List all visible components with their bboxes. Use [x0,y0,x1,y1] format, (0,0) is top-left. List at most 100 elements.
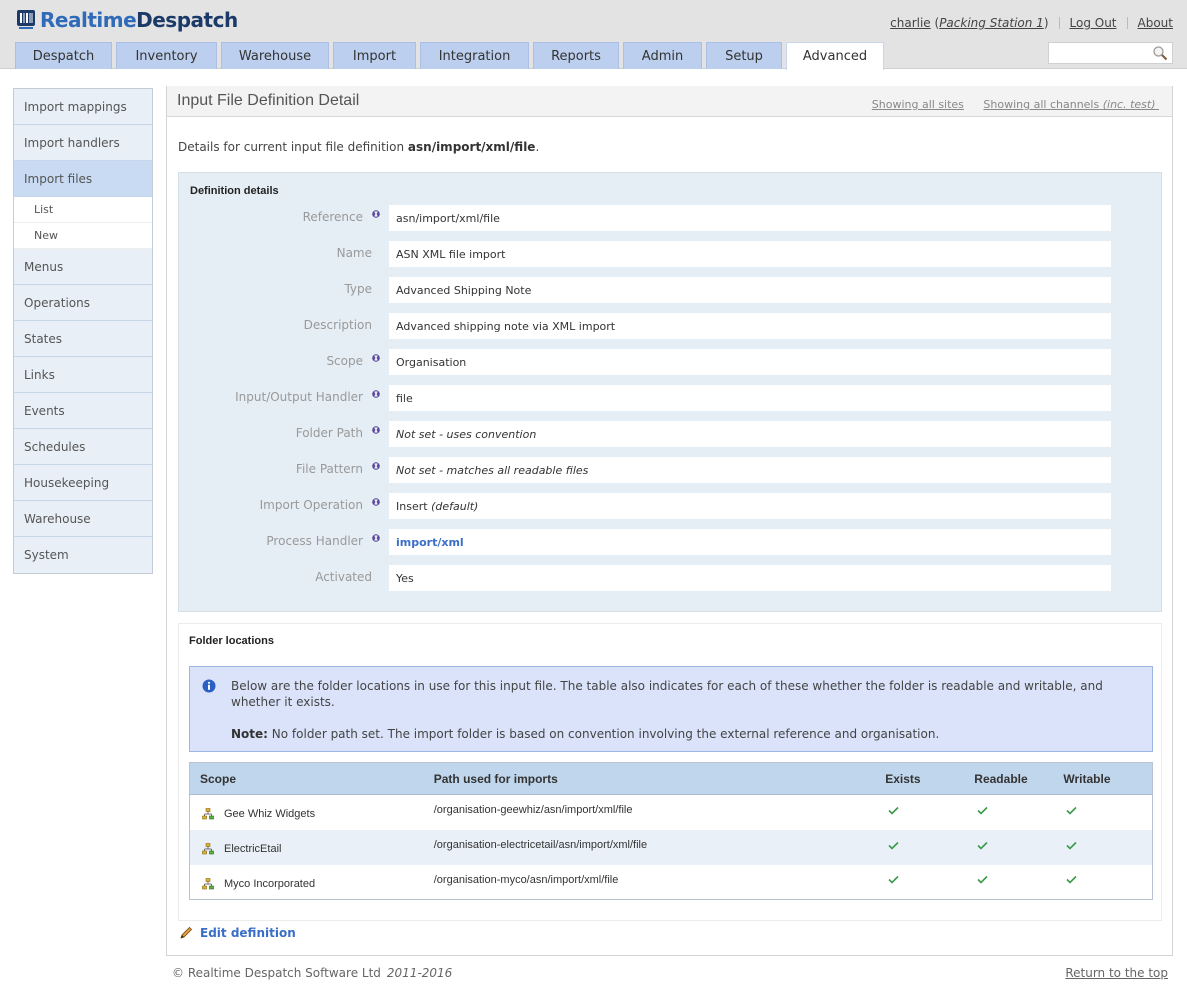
definition-details-panel: Definition details Reference asn/import/x… [178,172,1162,612]
search-icon[interactable] [1152,45,1168,61]
paren-open: ( [930,16,940,30]
field-label-import-operation: Import Operation [259,498,363,512]
copyright-years: 2011-2016 [386,966,453,980]
tab-inventory[interactable]: Inventory [116,42,217,69]
field-row: File Pattern Not set - matches all readab… [179,457,1163,483]
info-icon[interactable] [372,387,380,398]
logo-text-realtime: Realtime [40,8,137,32]
return-to-top-link[interactable]: Return to the top [1065,966,1168,980]
note-paragraph: Below are the folder locations in use fo… [231,679,1103,709]
field-label-description: Description [303,318,372,332]
sidebar-item-operations[interactable]: Operations [14,285,152,321]
app-header: RealtimeDespatch charlie (Packing Statio… [0,0,1187,70]
check-icon [977,841,988,850]
info-icon[interactable] [372,207,380,218]
field-value-text: Insert [396,499,428,513]
field-value-reference: asn/import/xml/file [389,205,1111,231]
scope-cell: Myco Incorporated [190,865,434,900]
exists-cell [885,795,974,830]
sidebar-item-system[interactable]: System [14,537,152,573]
sidebar-item-schedules[interactable]: Schedules [14,429,152,465]
check-icon [888,876,899,884]
sidebar-subitem-new[interactable]: New [14,223,152,249]
exists-cell [885,829,975,865]
field-label-reference: Reference [302,210,363,224]
tab-advanced[interactable]: Advanced [786,42,884,70]
field-value-text: Not set - matches all readable files [396,463,589,477]
search-input[interactable] [1049,43,1149,63]
sites-filter-link[interactable]: Showing all sites [872,98,964,111]
filters: Showing all sites Showing all channels (… [856,98,1159,111]
column-header-exists: Exists [885,762,975,795]
scope-name: ElectricEtail [224,843,282,855]
check-icon [1066,876,1077,884]
info-icon[interactable] [372,351,380,362]
sidebar-item-import-files[interactable]: Import files [14,161,152,197]
sidebar-item-housekeeping[interactable]: Housekeeping [14,465,152,501]
user-link[interactable]: charlie [890,16,931,30]
field-value-description: Advanced shipping note via XML import [389,313,1111,339]
logo[interactable]: RealtimeDespatch [16,7,238,33]
check-icon [977,806,988,815]
sidebar: Import mappings Import handlers Import f… [13,88,153,574]
tab-import[interactable]: Import [333,42,416,69]
organisation-icon [202,877,214,890]
field-value-text: Yes [396,571,414,585]
field-value-text: Not set - uses convention [396,427,537,441]
channels-filter-note: (inc. test) [1102,98,1156,111]
tab-setup[interactable]: Setup [706,42,782,69]
folder-locations-panel: Folder locations Below are the folder lo… [178,623,1162,921]
info-icon[interactable] [372,459,380,470]
path-cell: /organisation-electricetail/asn/import/x… [433,829,886,865]
sidebar-item-warehouse[interactable]: Warehouse [14,501,152,537]
divider [1126,17,1128,29]
channels-filter-label: Showing all channels [983,98,1100,111]
tab-admin[interactable]: Admin [623,42,702,69]
field-label-file-pattern: File Pattern [295,462,363,476]
channels-filter-link[interactable]: Showing all channels (inc. test) [983,98,1159,111]
note-detail-text: No folder path set. The import folder is… [267,727,940,741]
path-cell: /organisation-myco/asn/import/xml/file [434,865,885,900]
page-header: Input File Definition Detail Showing all… [167,86,1172,117]
logout-link[interactable]: Log Out [1070,16,1117,30]
page-title: Input File Definition Detail [177,92,360,109]
field-label-activated: Activated [315,570,372,584]
info-icon[interactable] [372,531,380,542]
column-header-writable: Writable [1063,762,1153,795]
field-value-file-pattern: Not set - matches all readable files [389,457,1111,483]
sidebar-item-links[interactable]: Links [14,357,152,393]
about-link[interactable]: About [1138,16,1173,30]
tab-warehouse[interactable]: Warehouse [221,42,329,69]
field-value-process-handler: import/xml [389,529,1111,555]
edit-definition-link[interactable]: Edit definition [179,926,296,940]
field-label-input-output-handler: Input/Output Handler [235,390,363,404]
tab-despatch[interactable]: Despatch [15,42,112,69]
scope-name: Myco Incorporated [224,877,316,890]
tab-reports[interactable]: Reports [533,42,619,69]
sidebar-item-states[interactable]: States [14,321,152,357]
check-icon [1066,806,1077,815]
sidebar-item-events[interactable]: Events [14,393,152,429]
definition-details-title: Definition details [190,185,279,197]
writable-cell [1063,795,1152,830]
sidebar-subitem-list[interactable]: List [14,197,152,223]
process-handler-link[interactable]: import/xml [396,536,464,549]
logo-text-despatch: Despatch [136,8,238,32]
station-link[interactable]: Packing Station 1 [939,16,1044,30]
field-value-type: Advanced Shipping Note [389,277,1111,303]
field-row: Reference asn/import/xml/file [179,205,1163,231]
search-field[interactable] [1048,42,1173,64]
organisation-icon [202,808,214,820]
sidebar-item-import-handlers[interactable]: Import handlers [14,125,152,161]
info-icon[interactable] [372,495,380,506]
sidebar-item-menus[interactable]: Menus [14,249,152,285]
main-panel: Input File Definition Detail Showing all… [166,86,1173,956]
writable-cell [1063,865,1152,900]
note-label: Note: [231,727,268,741]
tab-integration[interactable]: Integration [420,42,529,69]
intro-reference: asn/import/xml/file [407,140,536,154]
sidebar-item-import-mappings[interactable]: Import mappings [14,89,152,125]
field-value-text: Advanced shipping note via XML import [396,319,616,333]
check-icon [888,841,899,850]
info-icon[interactable] [372,423,380,434]
